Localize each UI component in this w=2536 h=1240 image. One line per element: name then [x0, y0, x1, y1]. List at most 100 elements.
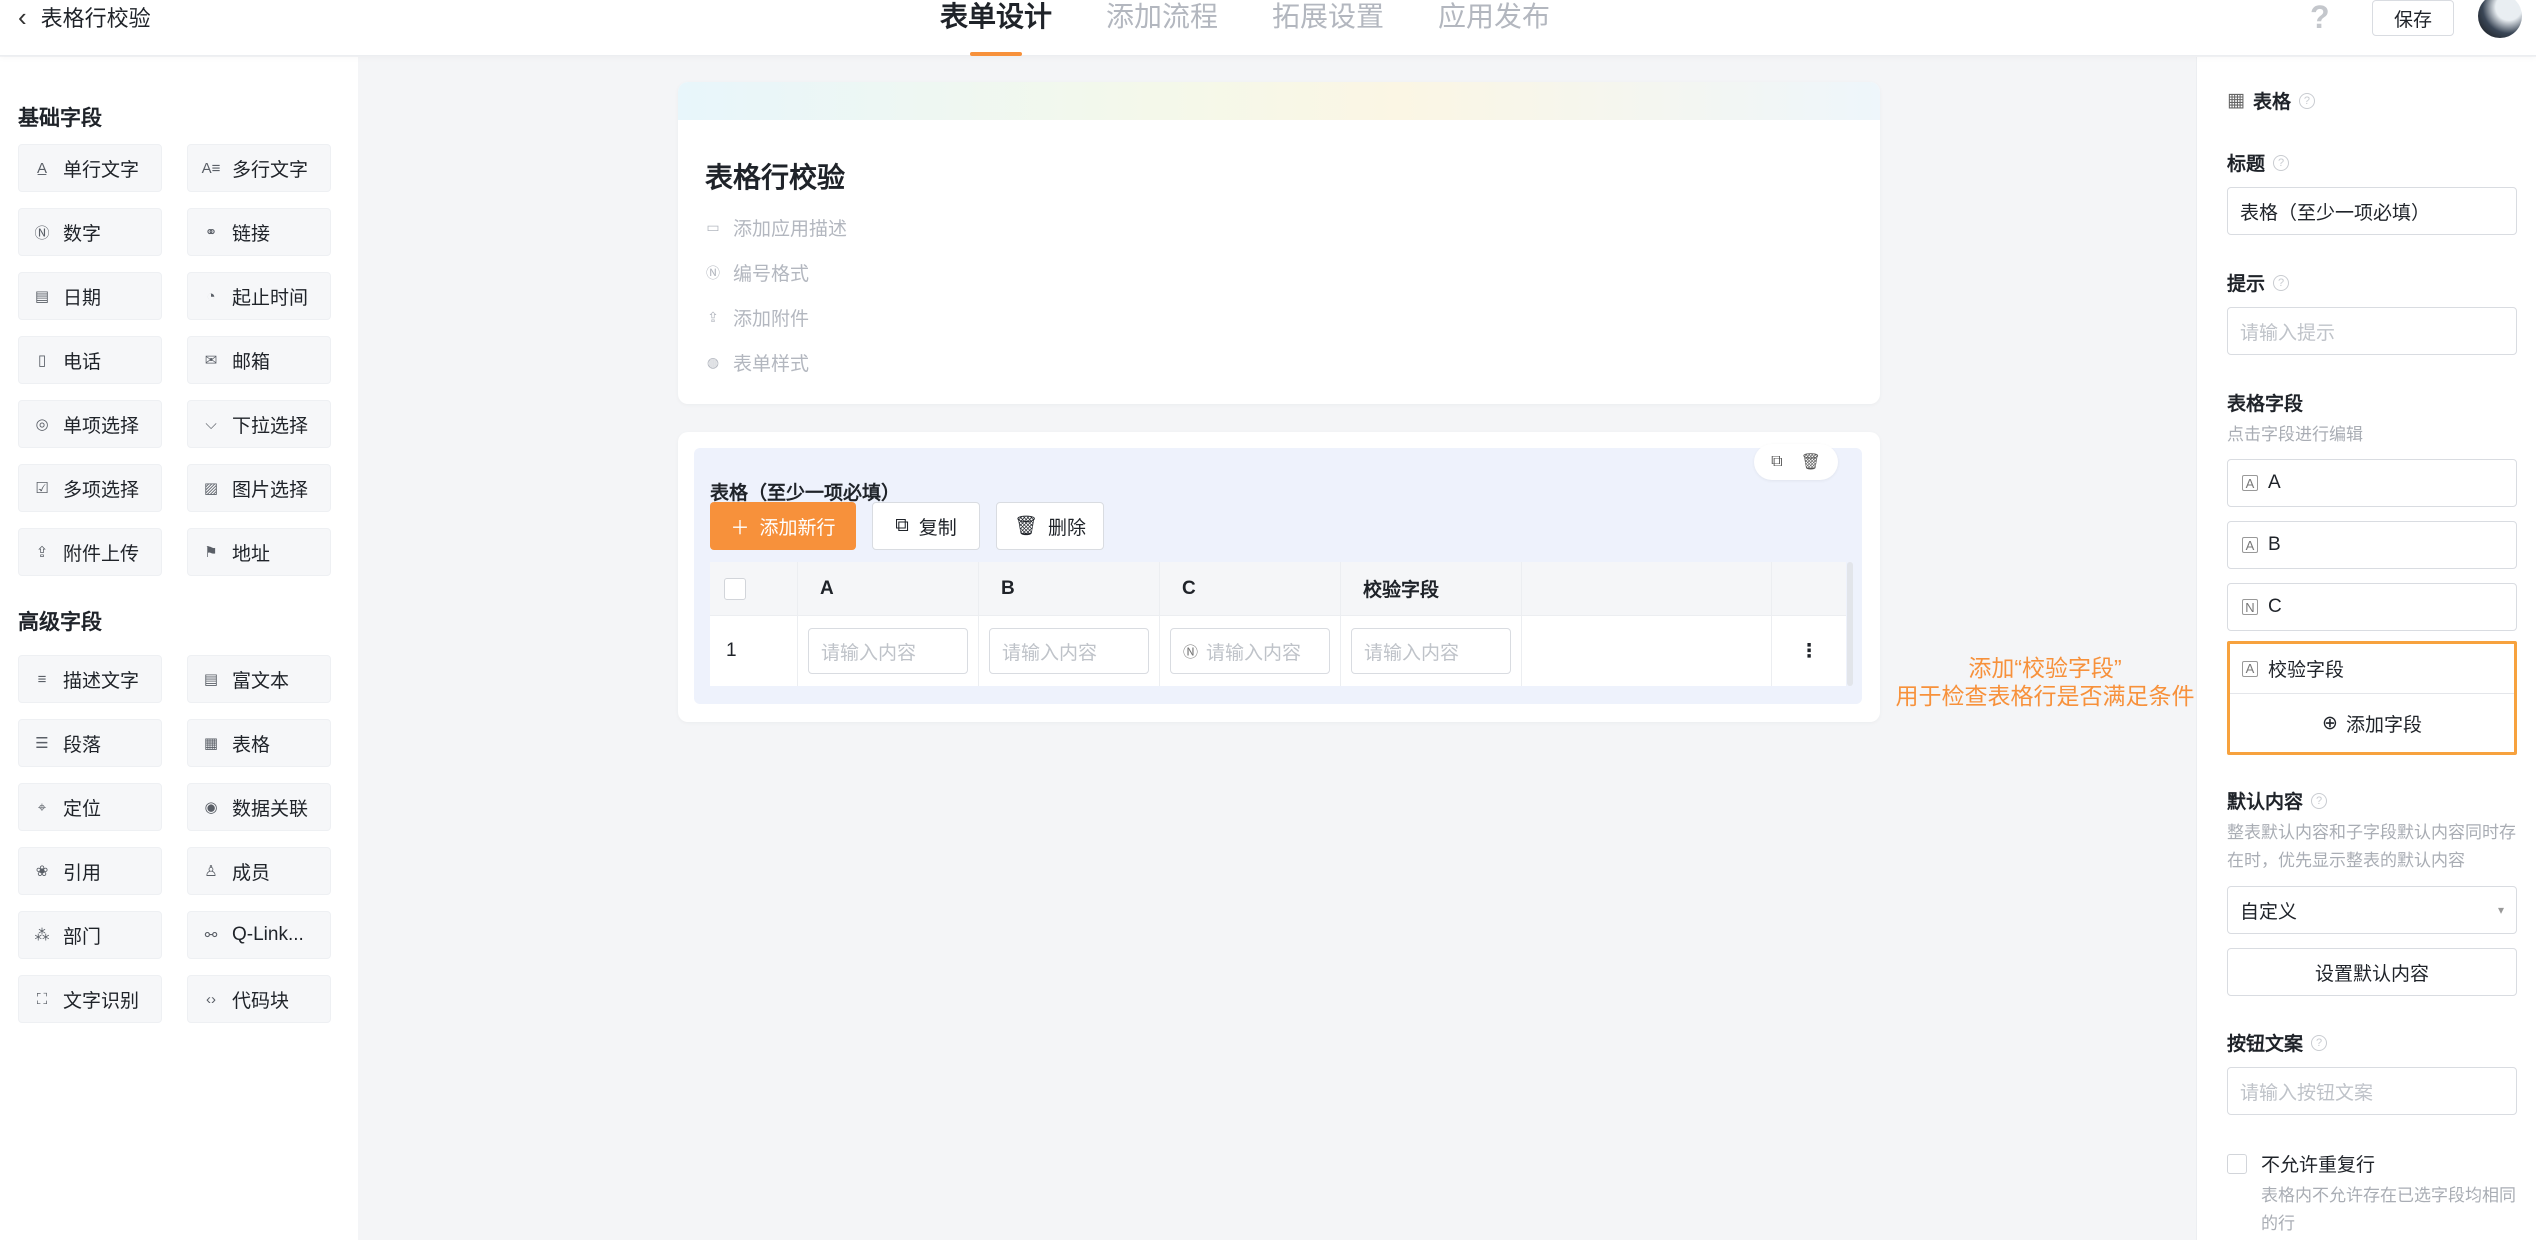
- sub-field-c[interactable]: NC: [2227, 583, 2517, 631]
- field-image-choice[interactable]: ▨ 图片选择: [187, 464, 331, 512]
- cell-check: 请输入内容: [1341, 616, 1522, 686]
- hint-input[interactable]: 请输入提示: [2227, 307, 2517, 355]
- back-button[interactable]: ‹ 表格行校验: [18, 0, 151, 34]
- sub-field-check[interactable]: A 校验字段: [2230, 644, 2514, 694]
- help-icon[interactable]: ?: [2310, 0, 2330, 34]
- delete-button[interactable]: 🗑 删除: [996, 502, 1104, 550]
- link-icon: ⚭: [204, 224, 218, 241]
- field-member[interactable]: ♙ 成员: [187, 847, 331, 895]
- field-code-block[interactable]: ‹› 代码块: [187, 975, 331, 1023]
- copy-icon[interactable]: ⧉: [1771, 453, 1782, 471]
- radio-icon: ◎: [35, 416, 49, 433]
- add-description-option[interactable]: ▭ 添加应用描述: [705, 214, 847, 241]
- set-default-button[interactable]: 设置默认内容: [2227, 948, 2517, 996]
- default-content-hint: 整表默认内容和子字段默认内容同时存在时，优先显示整表的默认内容: [2227, 823, 2516, 870]
- field-time-range[interactable]: ◔ 起止时间: [187, 272, 331, 320]
- field-ocr[interactable]: ⛶ 文字识别: [18, 975, 162, 1023]
- sub-field-a[interactable]: AA: [2227, 459, 2517, 507]
- field-location[interactable]: ⌖ 定位: [18, 783, 162, 831]
- save-button[interactable]: 保存: [2372, 0, 2454, 36]
- field-single-choice[interactable]: ◎ 单项选择: [18, 400, 162, 448]
- phone-icon: ▯: [37, 352, 47, 369]
- data-link-icon: ◉: [204, 799, 218, 816]
- table-icon: ▦: [2227, 90, 2245, 111]
- field-single-text[interactable]: A̲ 单行文字: [18, 144, 162, 192]
- form-style-option[interactable]: ◍ 表单样式: [705, 349, 809, 376]
- select-all-checkbox[interactable]: [724, 577, 746, 600]
- sub-field-b[interactable]: AB: [2227, 521, 2517, 569]
- field-paragraph[interactable]: ☰ 段落: [18, 719, 162, 767]
- field-data-link[interactable]: ◉ 数据关联: [187, 783, 331, 831]
- help-icon[interactable]: ?: [2311, 1034, 2328, 1051]
- default-content-select[interactable]: 自定义 ▾: [2227, 886, 2517, 934]
- calendar-icon: ▤: [34, 288, 50, 305]
- text-field-icon: A: [2242, 475, 2258, 491]
- tab-extend-settings[interactable]: 拓展设置: [1272, 0, 1384, 56]
- add-row-button[interactable]: ＋添加新行: [710, 502, 856, 550]
- field-phone[interactable]: ▯ 电话: [18, 336, 162, 384]
- avatar[interactable]: [2478, 0, 2522, 38]
- field-description[interactable]: ≡ 描述文字: [18, 655, 162, 703]
- cell-empty: [1522, 616, 1772, 686]
- trash-icon[interactable]: 🗑: [1801, 452, 1821, 472]
- plus-icon: ＋: [730, 517, 750, 539]
- field-rich-text[interactable]: ▤ 富文本: [187, 655, 331, 703]
- field-department[interactable]: ⁂ 部门: [18, 911, 162, 959]
- text-field-icon: A: [2242, 660, 2258, 677]
- help-icon[interactable]: ?: [2273, 274, 2290, 291]
- form-title[interactable]: 表格行校验: [705, 156, 845, 196]
- add-field-button[interactable]: ⊕ 添加字段: [2230, 694, 2514, 752]
- button-text-input[interactable]: 请输入按钮文案: [2227, 1067, 2517, 1115]
- help-icon[interactable]: ?: [2311, 792, 2328, 809]
- number-field-icon: N: [2242, 599, 2258, 615]
- field-reference[interactable]: ❀ 引用: [18, 847, 162, 895]
- no-duplicate-checkbox[interactable]: [2227, 1153, 2247, 1174]
- field-table[interactable]: ▦ 表格: [187, 719, 331, 767]
- no-duplicate-row: 不允许重复行: [2227, 1150, 2375, 1177]
- help-icon[interactable]: ?: [2273, 154, 2290, 171]
- cell-a-input[interactable]: 请输入内容: [808, 628, 968, 674]
- tab-publish[interactable]: 应用发布: [1438, 0, 1550, 56]
- row-more-icon[interactable]: ⋮: [1772, 616, 1846, 686]
- field-qlink[interactable]: ⚯ Q-Link...: [187, 911, 331, 959]
- field-attachment[interactable]: ⇪ 附件上传: [18, 528, 162, 576]
- widget-toolbar: ⧉ 🗑: [1754, 444, 1838, 480]
- number-format-icon: Ⓝ: [706, 264, 720, 281]
- field-number[interactable]: Ⓝ 数字: [18, 208, 162, 256]
- number-format-option[interactable]: Ⓝ 编号格式: [705, 259, 809, 286]
- field-mail[interactable]: ✉ 邮箱: [187, 336, 331, 384]
- default-content-label: 默认内容?: [2227, 787, 2328, 814]
- field-date[interactable]: ▤ 日期: [18, 272, 162, 320]
- field-link[interactable]: ⚭ 链接: [187, 208, 331, 256]
- tab-form-design[interactable]: 表单设计: [940, 0, 1052, 56]
- annotation-line-1: 添加“校验字段”: [1968, 655, 2122, 681]
- add-attachment-option[interactable]: ⇪ 添加附件: [705, 304, 809, 331]
- comment-icon: ▭: [706, 219, 720, 235]
- select-all-cell: [710, 562, 798, 615]
- copy-icon: ⧉: [895, 515, 909, 536]
- help-icon[interactable]: ?: [2298, 92, 2315, 109]
- number-icon: Ⓝ: [34, 224, 50, 242]
- cell-a: 请输入内容: [798, 616, 979, 686]
- column-header-check: 校验字段: [1341, 562, 1522, 615]
- paragraph-icon: ☰: [35, 735, 49, 752]
- location-icon: ⌖: [37, 798, 47, 816]
- copy-button[interactable]: ⧉ 复制: [872, 502, 980, 550]
- reference-icon: ❀: [35, 863, 49, 880]
- table-scrollbar[interactable]: [1847, 562, 1853, 686]
- field-dropdown[interactable]: ⌵ 下拉选择: [187, 400, 331, 448]
- no-duplicate-hint: 表格内不允许存在已选字段均相同的行: [2261, 1186, 2516, 1233]
- table-widget[interactable]: ⧉ 🗑 表格（至少一项必填） ＋添加新行 ⧉ 复制 🗑 删除 A B C 校验字段 …: [694, 444, 1862, 704]
- qlink-icon: ⚯: [204, 927, 218, 944]
- cell-check-input[interactable]: 请输入内容: [1351, 628, 1511, 674]
- highlighted-field-box: A 校验字段 ⊕ 添加字段: [2227, 641, 2517, 755]
- field-address[interactable]: ⚑ 地址: [187, 528, 331, 576]
- field-multi-choice[interactable]: ☑ 多项选择: [18, 464, 162, 512]
- cell-c-input[interactable]: Ⓝ 请输入内容: [1170, 628, 1330, 674]
- cell-b-input[interactable]: 请输入内容: [989, 628, 1149, 674]
- tab-add-flow[interactable]: 添加流程: [1106, 0, 1218, 56]
- form-banner: [678, 82, 1880, 120]
- field-multi-text[interactable]: A≡ 多行文字: [187, 144, 331, 192]
- title-input[interactable]: 表格（至少一项必填）: [2227, 187, 2517, 235]
- column-header-actions: [1772, 562, 1846, 615]
